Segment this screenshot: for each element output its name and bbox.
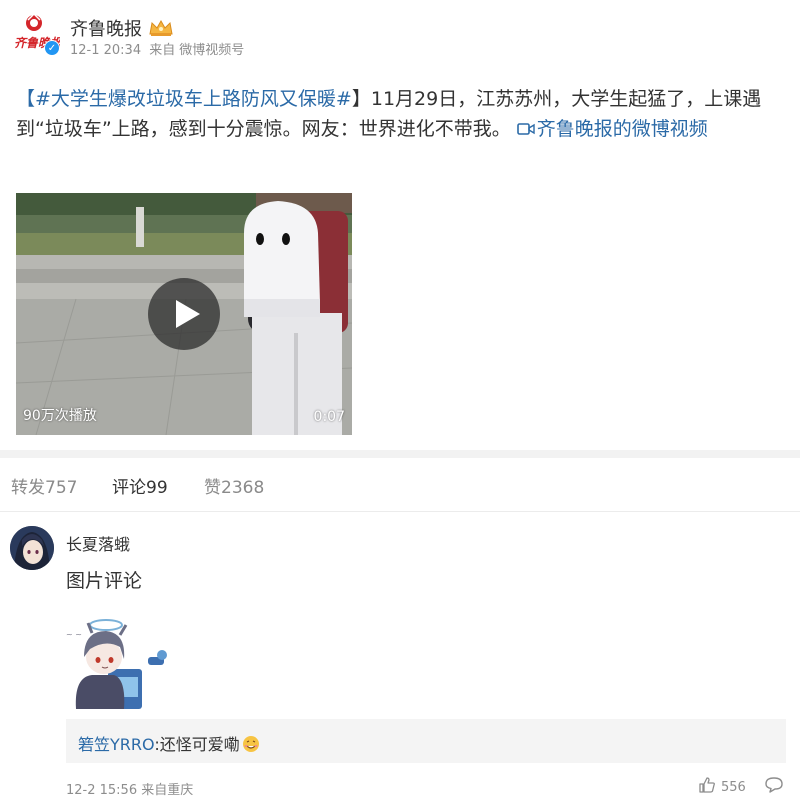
crown-icon bbox=[148, 18, 174, 38]
video-link[interactable]: 齐鲁晚报的微博视频 bbox=[516, 115, 708, 140]
section-divider bbox=[0, 450, 800, 458]
verified-icon: ✓ bbox=[44, 40, 60, 56]
like-count: 556 bbox=[721, 779, 746, 795]
account-name[interactable]: 齐鲁晚报 bbox=[70, 15, 142, 41]
play-icon bbox=[176, 300, 200, 328]
post-time: 12-1 20:34 bbox=[70, 43, 142, 58]
tab-likes[interactable]: 赞2368 bbox=[204, 473, 264, 498]
video-player[interactable]: 90万次播放 0:07 bbox=[16, 193, 352, 435]
play-count: 90万次播放 bbox=[23, 408, 97, 424]
location-prefix: 来自 bbox=[141, 783, 168, 798]
commenter-name[interactable]: 长夏落蛾 bbox=[66, 531, 130, 555]
post-text: 【#大学生爆改垃圾车上路防风又保暖#】11月29日，江苏苏州，大学生起猛了，上课… bbox=[16, 84, 784, 144]
reply-content: 箬笠YRRO:还怪可爱嘞 bbox=[78, 731, 260, 755]
comment-time: 12-2 15:56 bbox=[66, 783, 138, 798]
open-bracket: 【 bbox=[16, 88, 36, 110]
thumbs-up-icon bbox=[698, 776, 716, 798]
reply-text: :还怪可爱嘞 bbox=[154, 735, 240, 754]
comment-text: 图片评论 bbox=[66, 570, 143, 592]
tab-comments[interactable]: 评论99 bbox=[112, 473, 168, 498]
reply-username[interactable]: 箬笠YRRO bbox=[78, 735, 154, 754]
comment-location: 重庆 bbox=[167, 783, 194, 798]
like-button[interactable]: 556 bbox=[698, 776, 746, 798]
comment-image[interactable]: ~ ~ bbox=[66, 617, 170, 713]
reply-box[interactable]: 箬笠YRRO:还怪可爱嘞 bbox=[66, 719, 786, 763]
video-duration: 0:07 bbox=[313, 409, 345, 425]
source-prefix: 来自 bbox=[149, 43, 176, 58]
video-link-label: 齐鲁晚报的微博视频 bbox=[536, 118, 708, 140]
post-header: 齐鲁晚报 ✓ 齐鲁晚报 12-1 20:34 来自 微博视频号 bbox=[14, 8, 794, 64]
play-button[interactable] bbox=[148, 278, 220, 350]
post-source[interactable]: 微博视频号 bbox=[179, 43, 244, 58]
emoji-icon bbox=[242, 735, 260, 753]
avatar[interactable] bbox=[10, 526, 54, 570]
reply-icon[interactable] bbox=[764, 776, 784, 794]
video-camera-icon bbox=[516, 115, 535, 135]
tab-repost[interactable]: 转发757 bbox=[11, 473, 77, 498]
post-meta: 12-1 20:34 来自 微博视频号 bbox=[70, 39, 244, 58]
interaction-tabs: 转发757 评论99 赞2368 bbox=[0, 458, 800, 512]
hashtag-link[interactable]: #大学生爆改垃圾车上路防风又保暖# bbox=[35, 88, 352, 110]
svg-text:~ ~: ~ ~ bbox=[66, 630, 82, 639]
comment-meta: 12-2 15:56 来自重庆 bbox=[66, 779, 193, 798]
